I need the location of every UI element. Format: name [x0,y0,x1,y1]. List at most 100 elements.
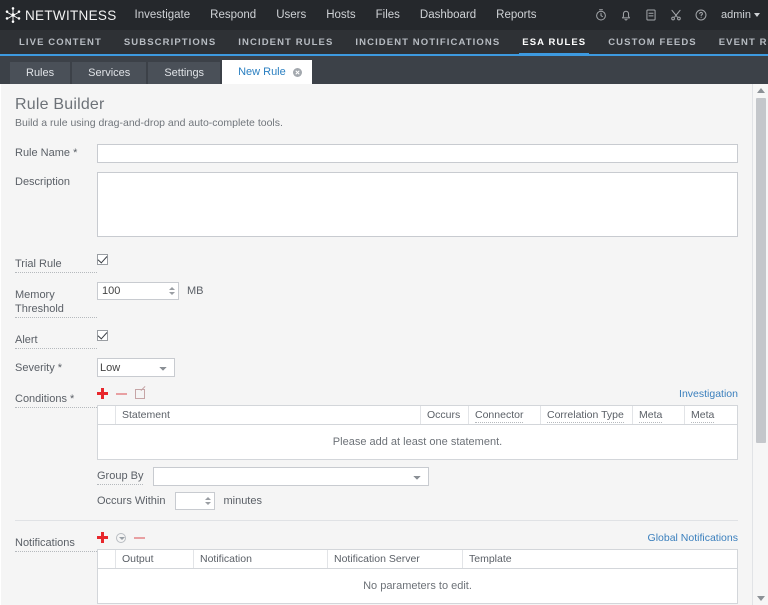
subnav-item-incident-rules[interactable]: INCIDENT RULES [227,37,344,54]
conditions-col-correlation-type[interactable]: Correlation Type [541,406,633,424]
nav-item-files[interactable]: Files [376,9,400,21]
add-notification-icon[interactable] [97,532,108,543]
alert-label: Alert [15,330,97,349]
scroll-down-icon[interactable] [756,594,765,603]
tab-rules-label: Rules [26,67,55,79]
timer-icon[interactable] [594,8,608,22]
scrollbar-thumb[interactable] [755,98,766,444]
row-rule-name: Rule Name * [15,143,738,163]
tab-services-label: Services [88,67,131,79]
main-nav: Investigate Respond Users Hosts Files Da… [135,9,537,21]
trial-rule-checkbox[interactable] [97,253,108,265]
tab-settings-label: Settings [164,67,205,79]
nav-item-reports[interactable]: Reports [496,9,536,21]
conditions-toolbar: Investigation [97,386,738,401]
conditions-col-select[interactable] [98,406,116,424]
row-conditions: Conditions * Investigation Statement Occ… [15,386,738,510]
subnav-item-event-rules[interactable]: EVENT RULES [708,37,768,54]
notifications-col-select[interactable] [98,550,116,568]
investigation-link[interactable]: Investigation [679,388,738,400]
user-menu[interactable]: admin [721,9,760,21]
spinner-up-icon[interactable] [205,497,212,500]
vertical-scrollbar[interactable] [752,84,768,605]
row-memory-threshold: Memory Threshold MB [15,281,738,318]
scroll-up-icon[interactable] [756,86,765,95]
brand[interactable]: NETWITNESS [4,6,117,24]
subnav-item-subscriptions[interactable]: SUBSCRIPTIONS [113,37,227,54]
notifications-table: Output Notification Notification Server … [97,549,738,604]
tools-icon[interactable] [669,8,683,22]
subnav-item-esa-rules[interactable]: ESA RULES [511,37,597,56]
spinner-down-icon[interactable] [205,502,212,505]
conditions-table-header: Statement Occurs Connector Correlation T… [98,406,737,425]
remove-notification-icon[interactable] [134,532,145,543]
memory-threshold-unit: MB [187,284,204,297]
tab-settings[interactable]: Settings [148,62,221,84]
nav-item-dashboard[interactable]: Dashboard [420,9,476,21]
tab-rules[interactable]: Rules [10,62,71,84]
content-area: Rule Builder Build a rule using drag-and… [0,84,768,605]
tasks-icon[interactable] [644,8,658,22]
remove-condition-icon[interactable] [116,388,127,399]
memory-threshold-spinner-arrows[interactable] [169,286,175,295]
row-occurs-within: Occurs Within minutes [97,492,738,510]
conditions-col-meta-2[interactable]: Meta [685,406,737,424]
nav-item-users[interactable]: Users [276,9,306,21]
notification-dropdown-icon[interactable] [116,532,126,543]
sub-nav-bar: LIVE CONTENT SUBSCRIPTIONS INCIDENT RULE… [0,30,768,56]
notifications-col-template[interactable]: Template [463,550,737,568]
memory-threshold-label: Memory Threshold [15,285,97,318]
row-group-by: Group By [97,467,738,486]
close-icon[interactable] [292,67,302,77]
group-by-select[interactable] [153,467,430,486]
nav-item-hosts[interactable]: Hosts [326,9,355,21]
subnav-item-custom-feeds[interactable]: CUSTOM FEEDS [597,37,708,54]
conditions-col-occurs[interactable]: Occurs [421,406,469,424]
brand-name: NETWITNESS [25,7,117,23]
help-icon[interactable] [694,8,708,22]
scrollbar-track[interactable] [755,98,766,591]
rule-name-label: Rule Name * [15,147,78,159]
header-actions: admin [594,8,760,22]
occurs-within-label: Occurs Within [97,495,166,507]
trial-rule-label: Trial Rule [15,254,97,273]
severity-label: Severity * [15,361,63,374]
alert-checkbox[interactable] [97,329,108,341]
occurs-within-spinner-arrows[interactable] [205,497,212,505]
spinner-down-icon[interactable] [169,291,175,295]
edit-condition-icon[interactable] [135,388,145,399]
conditions-col-connector[interactable]: Connector [469,406,541,424]
row-trial-rule: Trial Rule [15,251,738,273]
user-menu-label: admin [721,9,751,21]
tab-services[interactable]: Services [72,62,147,84]
rule-name-input[interactable] [97,143,738,163]
subnav-item-live-content[interactable]: LIVE CONTENT [8,37,113,54]
conditions-empty-message: Please add at least one statement. [98,425,737,459]
add-condition-icon[interactable] [97,388,108,399]
memory-threshold-stepper[interactable] [97,281,179,300]
nav-item-respond[interactable]: Respond [210,9,256,21]
description-textarea[interactable] [97,171,738,237]
tab-strip: Rules Services Settings New Rule [0,56,768,84]
conditions-col-statement[interactable]: Statement [116,406,421,424]
notifications-col-notification-server[interactable]: Notification Server [328,550,463,568]
severity-select[interactable]: Low [97,358,175,377]
row-notifications: Notifications Global Notifications Outpu… [15,530,738,605]
occurs-within-stepper[interactable] [175,492,216,510]
memory-threshold-input[interactable] [98,282,178,299]
global-notifications-link[interactable]: Global Notifications [648,532,738,544]
spinner-up-icon[interactable] [169,286,175,290]
notifications-empty-message: No parameters to edit. [98,569,737,603]
notifications-col-output[interactable]: Output [116,550,194,568]
conditions-col-meta-1[interactable]: Meta [633,406,685,424]
divider-conditions [15,520,738,521]
tab-new-rule-label: New Rule [238,66,286,78]
notifications-toolbar: Global Notifications [97,530,738,545]
nav-item-investigate[interactable]: Investigate [135,9,191,21]
tab-new-rule[interactable]: New Rule [222,60,312,84]
notifications-col-notification[interactable]: Notification [194,550,328,568]
page-subtitle: Build a rule using drag-and-drop and aut… [15,117,283,129]
row-alert: Alert [15,327,738,349]
subnav-item-incident-notifications[interactable]: INCIDENT NOTIFICATIONS [344,37,511,54]
bell-icon[interactable] [619,8,633,22]
